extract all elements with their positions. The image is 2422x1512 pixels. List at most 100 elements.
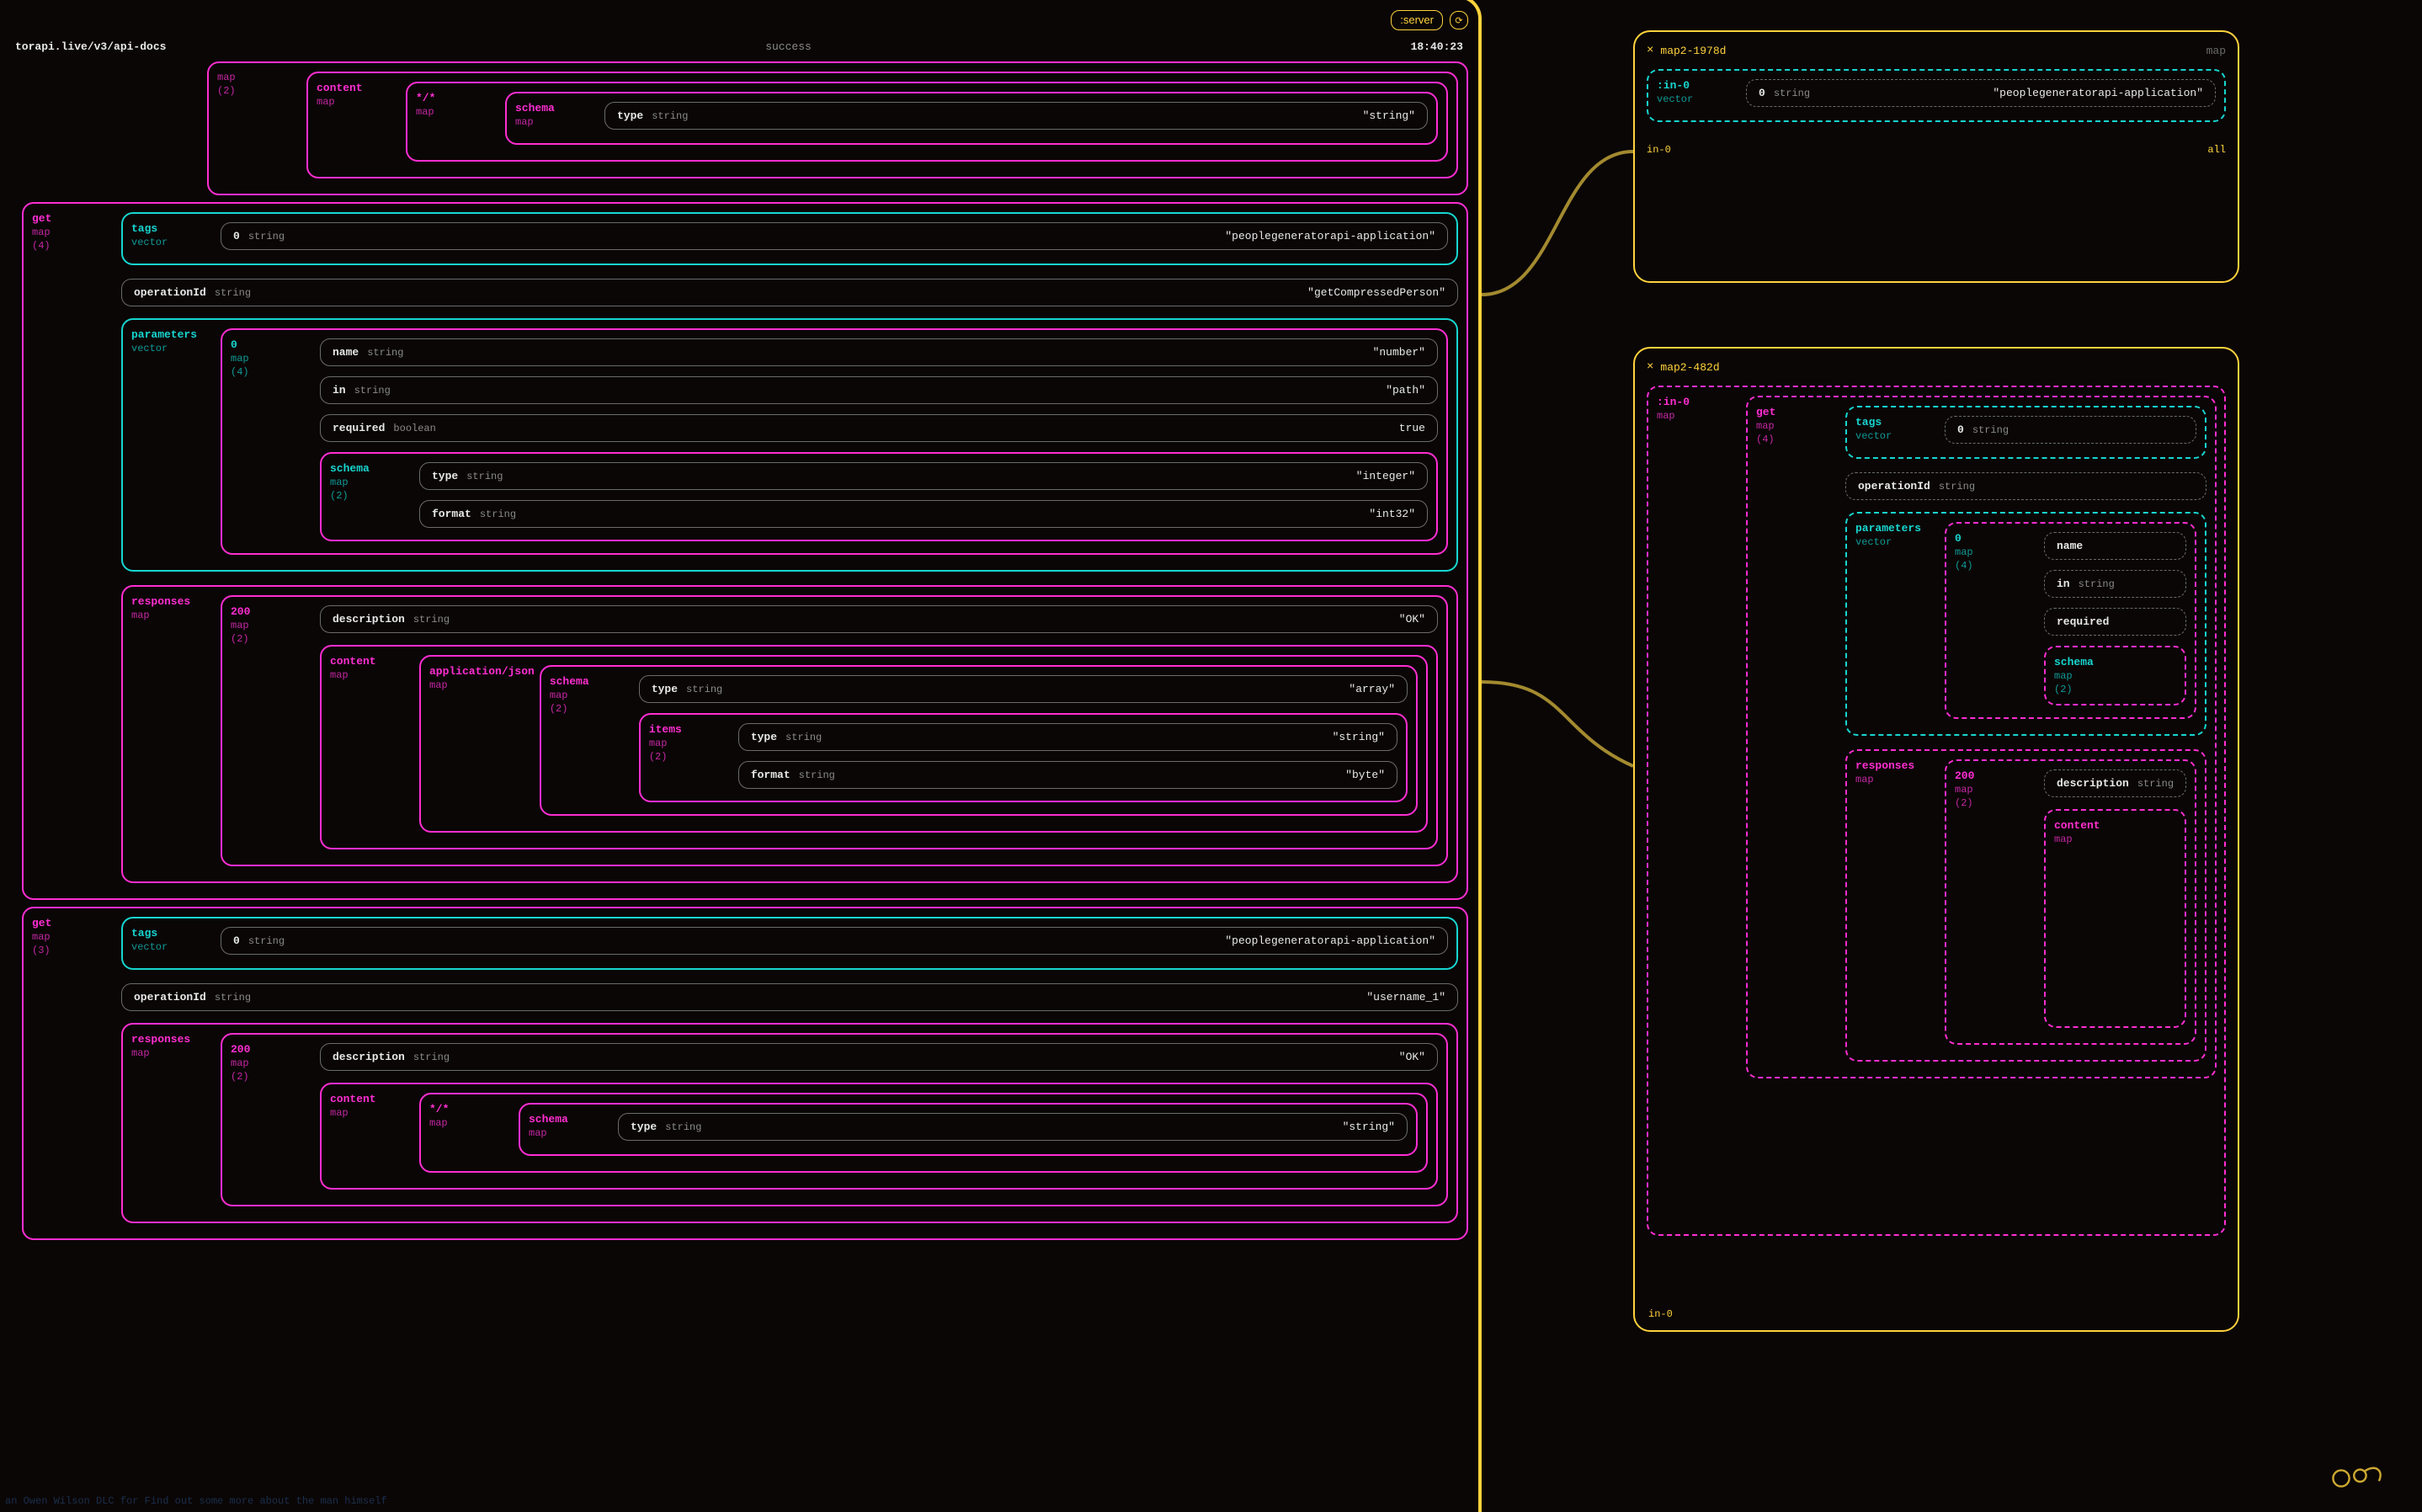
kv-tag0[interactable]: 0 string "peoplegeneratorapi-application… bbox=[221, 222, 1448, 250]
kv-in[interactable]: in string "path" bbox=[320, 376, 1438, 404]
node-responses-b[interactable]: responses map 200 map (2) bbox=[1845, 749, 2206, 1062]
kv-type: string bbox=[686, 684, 722, 695]
type-label: map bbox=[416, 106, 500, 118]
count-label: (4) bbox=[1756, 434, 1840, 445]
kv-key: type bbox=[751, 731, 777, 743]
node-param-schema[interactable]: schema map (2) type string bbox=[320, 452, 1438, 541]
kv-desc-b[interactable]: description string bbox=[2044, 769, 2186, 797]
kv-value: "string" bbox=[1363, 109, 1415, 122]
close-icon[interactable]: × bbox=[1647, 44, 1653, 57]
node-param0-b[interactable]: 0 map (4) name bbox=[1945, 522, 2196, 719]
node-content[interactable]: content map */* map bbox=[306, 72, 1458, 178]
kv-iformat[interactable]: format string "byte" bbox=[738, 761, 1397, 789]
kv-req-b[interactable]: required bbox=[2044, 608, 2186, 636]
node-wildcard-2[interactable]: */* map schema bbox=[419, 1093, 1428, 1173]
kv-value: "string" bbox=[1343, 1121, 1395, 1133]
refresh-icon[interactable]: ⟳ bbox=[1450, 11, 1468, 29]
type-label: map bbox=[529, 1127, 613, 1139]
kv-value: "string" bbox=[1333, 731, 1385, 743]
node-parameters[interactable]: parameters vector 0 map (4) bbox=[121, 318, 1458, 572]
node-schema[interactable]: schema map type string "string" bbox=[505, 92, 1438, 145]
status-time: 18:40:23 bbox=[1411, 40, 1463, 53]
node-responses-2[interactable]: responses map 200 map (2) bbox=[121, 1023, 1458, 1223]
node-responses-1[interactable]: responses map 200 map (2) bbox=[121, 585, 1458, 883]
kv-value: "array" bbox=[1349, 683, 1395, 695]
kv-name[interactable]: name string "number" bbox=[320, 338, 1438, 366]
key-get: get bbox=[32, 212, 116, 225]
key-in0: :in-0 bbox=[1657, 396, 1741, 408]
kv-type: string bbox=[413, 1051, 450, 1063]
node-200-1[interactable]: 200 map (2) description string "OK" bbox=[221, 595, 1448, 866]
kv-key: operationId bbox=[134, 991, 206, 1004]
key-schema: schema bbox=[2054, 656, 2138, 668]
panel-title: map2-482d bbox=[1660, 361, 1719, 374]
kv-in0-val[interactable]: 0 string "peoplegeneratorapi-application… bbox=[1746, 79, 2216, 107]
kv-opid-b[interactable]: operationId string bbox=[1845, 472, 2206, 500]
kv-tags-b[interactable]: 0 string bbox=[1945, 416, 2196, 444]
status-bar: torapi.live/v3/api-docs success 18:40:23 bbox=[0, 35, 1468, 61]
node-tags[interactable]: tags vector 0 string "peoplegeneratorapi… bbox=[121, 212, 1458, 265]
node-get-1[interactable]: get map (4) tags vector 0 string bbox=[22, 202, 1468, 900]
panel-map2-1978d[interactable]: × map2-1978d map :in-0 vector 0 string "… bbox=[1633, 30, 2239, 283]
close-icon[interactable]: × bbox=[1647, 360, 1653, 374]
node-schema-b[interactable]: schema map (2) bbox=[2044, 646, 2186, 705]
node-schema-2[interactable]: schema map type s bbox=[519, 1103, 1418, 1156]
count-label: (4) bbox=[231, 366, 315, 378]
server-button[interactable]: :server bbox=[1391, 10, 1443, 30]
panel-title: map2-1978d bbox=[1660, 45, 1726, 57]
connector-lines bbox=[1482, 76, 1650, 833]
kv-key: operationId bbox=[134, 286, 206, 299]
kv-type: string bbox=[248, 231, 285, 242]
kv-key: format bbox=[432, 508, 471, 520]
panel-map2-482d[interactable]: × map2-482d :in-0 map get map (4) bbox=[1633, 347, 2239, 1332]
kv-tag0-2[interactable]: 0 string "peoplegeneratorapi-application… bbox=[221, 927, 1448, 955]
node-content-2[interactable]: content map */* map bbox=[320, 1083, 1438, 1190]
type-label: vector bbox=[1855, 430, 1940, 442]
type-label: map bbox=[550, 689, 634, 701]
kv-name-b[interactable]: name bbox=[2044, 532, 2186, 560]
type-label: map bbox=[1955, 784, 2039, 796]
node-items[interactable]: items map (2) bbox=[639, 713, 1408, 802]
type-label: map bbox=[231, 620, 315, 631]
key-schema: schema bbox=[550, 675, 634, 688]
key-wildcard: */* bbox=[416, 92, 500, 104]
node-content-b[interactable]: content map bbox=[2044, 809, 2186, 1028]
kv-type: string bbox=[799, 769, 835, 781]
count-label: (2) bbox=[649, 751, 733, 763]
type-label: vector bbox=[131, 237, 216, 248]
node-outer-fragment[interactable]: map (2) content map */* ma bbox=[207, 61, 1468, 195]
kv-required[interactable]: required boolean true bbox=[320, 414, 1438, 442]
type-label: vector bbox=[131, 941, 216, 953]
node-in0-b[interactable]: :in-0 map get map (4) tags vector bbox=[1647, 386, 2226, 1236]
node-params-b[interactable]: parameters vector 0 map (4) bbox=[1845, 512, 2206, 736]
kv-arrtype[interactable]: type string "array" bbox=[639, 675, 1408, 703]
kv-operationid-1[interactable]: operationId string "getCompressedPerson" bbox=[121, 279, 1458, 306]
kv-type: boolean bbox=[393, 423, 435, 434]
kv-key: format bbox=[751, 769, 790, 781]
kv-key: type bbox=[617, 109, 643, 122]
kv-itype[interactable]: type string "string" bbox=[738, 723, 1397, 751]
kv-type[interactable]: type string "string" bbox=[604, 102, 1428, 130]
kv-operationid-2[interactable]: operationId string "username_1" bbox=[121, 983, 1458, 1011]
kv-value: "OK" bbox=[1399, 1051, 1425, 1063]
kv-pformat[interactable]: format string "int32" bbox=[419, 500, 1428, 528]
kv-type-2[interactable]: type string "string" bbox=[618, 1113, 1408, 1141]
node-200-2[interactable]: 200 map (2) description string "OK" bbox=[221, 1033, 1448, 1206]
node-get-b[interactable]: get map (4) tags vector 0 bbox=[1746, 396, 2217, 1078]
node-tags-2[interactable]: tags vector 0 string "peoplegeneratorapi… bbox=[121, 917, 1458, 970]
node-tags-b[interactable]: tags vector 0 string bbox=[1845, 406, 2206, 459]
node-in0-a[interactable]: :in-0 vector 0 string "peoplegeneratorap… bbox=[1647, 69, 2226, 122]
kv-type: string bbox=[1939, 481, 1975, 492]
node-wildcard[interactable]: */* map schema map bbox=[406, 82, 1448, 162]
node-param-0[interactable]: 0 map (4) name string "number" bbox=[221, 328, 1448, 555]
kv-in-b[interactable]: in string bbox=[2044, 570, 2186, 598]
node-schema-1[interactable]: schema map (2) type bbox=[540, 665, 1418, 816]
node-200-b[interactable]: 200 map (2) description string bbox=[1945, 759, 2196, 1045]
node-appjson[interactable]: application/json map schema bbox=[419, 655, 1428, 833]
kv-key: description bbox=[333, 1051, 405, 1063]
kv-desc-2[interactable]: description string "OK" bbox=[320, 1043, 1438, 1071]
node-get-2[interactable]: get map (3) tags vector 0 string bbox=[22, 907, 1468, 1240]
node-content-1[interactable]: content map application/json map bbox=[320, 645, 1438, 849]
kv-desc-1[interactable]: description string "OK" bbox=[320, 605, 1438, 633]
kv-ptype[interactable]: type string "integer" bbox=[419, 462, 1428, 490]
